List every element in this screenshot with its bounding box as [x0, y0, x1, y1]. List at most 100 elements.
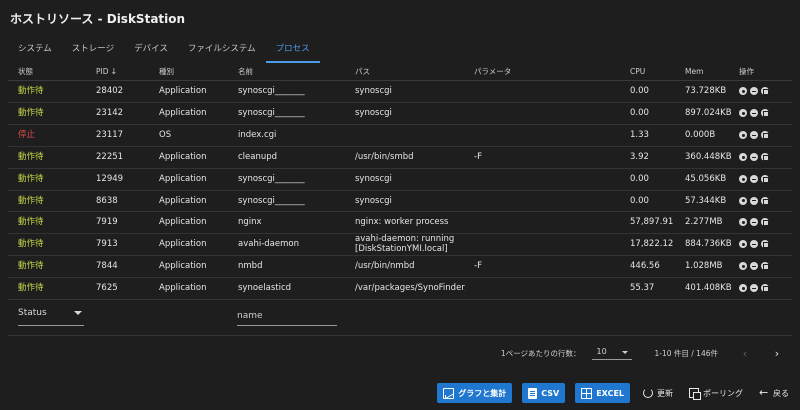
table-row[interactable]: 動作待 22251 Application cleanupd/usr/bin/smbd… — [8, 147, 792, 169]
maximize-icon[interactable] — [761, 196, 769, 205]
eye-icon[interactable] — [739, 87, 747, 96]
polling-button[interactable]: ポーリング — [686, 383, 746, 403]
cell-name: avahi-daemon — [238, 239, 299, 250]
chevron-right-icon[interactable]: › — [772, 347, 782, 360]
eye-icon[interactable] — [739, 196, 747, 205]
tab-processes[interactable]: プロセス — [265, 40, 320, 63]
cell-params — [474, 169, 624, 190]
cell-params — [474, 234, 624, 256]
cell-mem: 0.000B — [685, 130, 716, 141]
cell-type: Application — [159, 217, 207, 228]
eye-icon[interactable] — [739, 218, 747, 227]
cell-pid: 7844 — [96, 261, 118, 272]
table-row[interactable]: 動作待 23142 Application synoscgi_______ synosc… — [8, 103, 792, 125]
cell-status: 動作待 — [18, 217, 44, 228]
table-row[interactable]: 動作待 7913 Application avahi-daemon avahi-daem… — [8, 234, 792, 256]
name-filter-input[interactable] — [237, 306, 337, 326]
header-path[interactable]: パス — [355, 64, 465, 80]
maximize-icon[interactable] — [761, 153, 769, 162]
tab-storage[interactable]: ストレージ — [62, 40, 124, 62]
table-row[interactable]: 動作待 8638 Application synoscgi_______ synoscg… — [8, 191, 792, 212]
back-button[interactable]: ← 戻る — [756, 383, 792, 403]
tab-devices[interactable]: デバイス — [124, 40, 178, 62]
tab-filesystem[interactable]: ファイルシステム — [178, 40, 266, 62]
chevron-left-icon[interactable]: ‹ — [740, 347, 750, 360]
cell-pid: 22251 — [96, 152, 124, 163]
tab-system[interactable]: システム — [8, 40, 62, 62]
cell-pid: 28402 — [96, 86, 124, 97]
header-cpu[interactable]: CPU — [630, 64, 678, 80]
minimize-icon[interactable] — [750, 109, 758, 118]
cell-cpu: 0.00 — [630, 195, 649, 206]
maximize-icon[interactable] — [761, 175, 769, 184]
table-row[interactable]: 停止 23117 OS index.cgi 1.33 0.000B — [8, 125, 792, 147]
excel-export-button[interactable]: EXCEL — [575, 383, 630, 403]
window-title: ホストリソース - DiskStation — [10, 12, 186, 26]
table-row[interactable]: 動作待 7919 Application nginx nginx: worker pro… — [8, 212, 792, 234]
cell-type: Application — [159, 283, 207, 294]
minimize-icon[interactable] — [750, 153, 758, 162]
minimize-icon[interactable] — [750, 196, 758, 205]
cell-mem: 45.056KB — [685, 174, 727, 185]
chart-summary-button[interactable]: グラフと集計 — [437, 383, 513, 403]
cell-params — [474, 191, 624, 212]
cell-pid: 12949 — [96, 174, 124, 185]
header-name[interactable]: 名前 — [238, 64, 350, 80]
maximize-icon[interactable] — [761, 218, 769, 227]
minimize-icon[interactable] — [750, 175, 758, 184]
cell-status: 停止 — [18, 130, 36, 141]
refresh-button[interactable]: 更新 — [640, 383, 676, 403]
eye-icon[interactable] — [739, 262, 747, 271]
maximize-icon[interactable] — [761, 240, 769, 249]
row-actions — [739, 125, 789, 146]
minimize-icon[interactable] — [750, 131, 758, 140]
cell-mem: 1.028MB — [685, 261, 723, 272]
eye-icon[interactable] — [739, 131, 747, 140]
maximize-icon[interactable] — [761, 284, 769, 293]
cell-type: Application — [159, 174, 207, 185]
eye-icon[interactable] — [739, 109, 747, 118]
table-row[interactable]: 動作待 12949 Application synoscgi_______ synosc… — [8, 169, 792, 191]
cell-name: index.cgi — [238, 130, 277, 141]
maximize-icon[interactable] — [761, 262, 769, 271]
cell-name: synoelasticd — [238, 283, 292, 294]
table-row[interactable]: 動作待 7625 Application synoelasticd/var/packa… — [8, 278, 792, 300]
minimize-icon[interactable] — [750, 218, 758, 227]
header-params[interactable]: パラメータ — [474, 64, 624, 80]
maximize-icon[interactable] — [761, 87, 769, 96]
cell-params — [474, 125, 624, 146]
eye-icon[interactable] — [739, 284, 747, 293]
maximize-icon[interactable] — [761, 131, 769, 140]
maximize-icon[interactable] — [761, 109, 769, 118]
minimize-icon[interactable] — [750, 240, 758, 249]
rows-per-page-select[interactable]: 10 — [592, 346, 633, 360]
cell-pid: 8638 — [96, 195, 118, 206]
cell-params: -F — [474, 261, 482, 272]
cell-status: 動作待 — [18, 108, 44, 119]
table-row[interactable]: 動作待 7844 Application nmbd/usr/bin/nmbd -F 446… — [8, 256, 792, 278]
row-actions — [739, 212, 789, 233]
eye-icon[interactable] — [739, 175, 747, 184]
polling-icon — [689, 388, 701, 400]
eye-icon[interactable] — [739, 240, 747, 249]
cell-status: 動作待 — [18, 86, 44, 97]
minimize-icon[interactable] — [750, 262, 758, 271]
header-type[interactable]: 種別 — [159, 64, 234, 80]
minimize-icon[interactable] — [750, 284, 758, 293]
header-status[interactable]: 状態 — [18, 64, 88, 80]
header-mem[interactable]: Mem — [685, 64, 735, 80]
minimize-icon[interactable] — [750, 87, 758, 96]
cell-mem: 73.728KB — [685, 86, 727, 97]
header-pid[interactable]: PID ↓ — [96, 64, 156, 80]
chart-icon — [443, 387, 455, 399]
status-filter-select[interactable]: Status — [18, 306, 84, 326]
cell-type: Application — [159, 239, 207, 250]
cell-path: synoscgi — [355, 195, 392, 206]
csv-export-button[interactable]: CSV — [522, 383, 566, 403]
back-label: 戻る — [773, 388, 789, 398]
eye-icon[interactable] — [739, 153, 747, 162]
table-row[interactable]: 動作待 28402 Application synoscgi_______ synosc… — [8, 81, 792, 103]
cell-cpu: 17,822.12 — [630, 239, 674, 250]
page-range: 1-10 件目 / 146件 — [654, 348, 718, 358]
cell-name: synoscgi_______ — [238, 108, 305, 119]
